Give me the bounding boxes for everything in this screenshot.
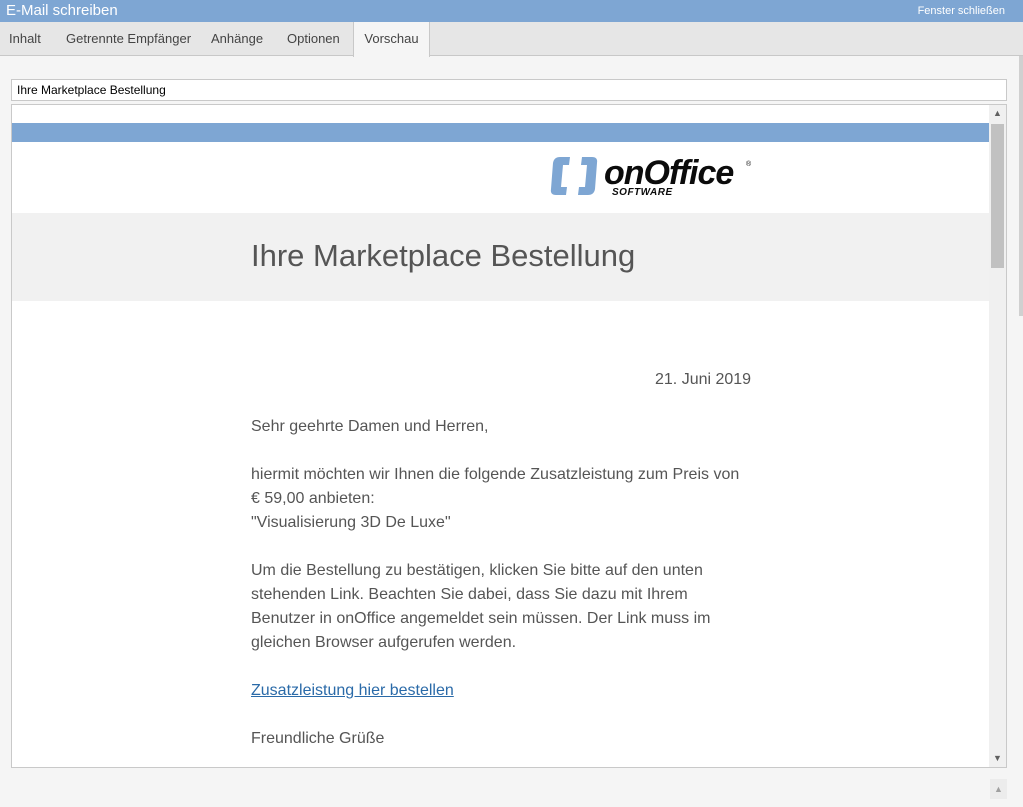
email-date: 21. Juni 2019 [655, 371, 752, 388]
window-title: E-Mail schreiben [6, 2, 118, 19]
paragraph1-line2: € 59,00 anbieten: [251, 490, 375, 507]
onoffice-logo: onOffice SOFTWARE ® [550, 153, 755, 205]
header-strip [12, 123, 990, 142]
outer-scrollbar-thumb[interactable] [1019, 56, 1023, 316]
paragraph2-line2: stehenden Link. Beachten Sie dabei, dass… [251, 586, 688, 603]
email-preview-frame[interactable]: onOffice SOFTWARE ® Ihre Marketplace Bes… [11, 104, 1007, 768]
paragraph1-line3: "Visualisierung 3D De Luxe" [251, 514, 451, 531]
logo-bracket-left-icon [550, 157, 570, 195]
preview-scrollbar[interactable]: ▲ ▼ [989, 105, 1006, 767]
logo-bracket-right-icon [578, 157, 598, 195]
tab-inhalt[interactable]: Inhalt [9, 22, 41, 56]
tab-vorschau[interactable]: Vorschau [353, 22, 430, 57]
email-heading: Ihre Marketplace Bestellung [251, 238, 636, 273]
paragraph2-line1: Um die Bestellung zu bestätigen, klicken… [251, 562, 703, 579]
tab-anhaenge[interactable]: Anhänge [211, 22, 263, 56]
paragraph1-line1: hiermit möchten wir Ihnen die folgende Z… [251, 466, 740, 483]
close-window-link[interactable]: Fenster schließen [918, 5, 1005, 18]
logo-subtitle: SOFTWARE [612, 187, 673, 198]
title-bar: E-Mail schreiben Fenster schließen [0, 0, 1023, 22]
email-preview-content: onOffice SOFTWARE ® Ihre Marketplace Bes… [12, 105, 990, 767]
paragraph2-line3: Benutzer in onOffice angemeldet sein müs… [251, 610, 711, 627]
tab-optionen[interactable]: Optionen [287, 22, 340, 56]
paragraph2-line4: gleichen Browser aufgerufen werden. [251, 634, 517, 651]
chevron-up-icon[interactable]: ▲ [989, 105, 1006, 122]
logo-registered-mark: ® [746, 161, 752, 168]
outer-scroll-up-icon[interactable]: ▲ [990, 779, 1007, 799]
email-compose-window: E-Mail schreiben Fenster schließen Inhal… [0, 0, 1023, 807]
scrollbar-thumb[interactable] [991, 124, 1004, 268]
salutation: Sehr geehrte Damen und Herren, [251, 418, 489, 435]
order-link[interactable]: Zusatzleistung hier bestellen [251, 682, 454, 699]
tab-bar: Inhalt Getrennte Empfänger Anhänge Optio… [0, 22, 1023, 57]
closing: Freundliche Grüße [251, 730, 385, 747]
chevron-down-icon[interactable]: ▼ [989, 750, 1006, 767]
tab-getrennte-empfaenger[interactable]: Getrennte Empfänger [66, 22, 191, 56]
subject-input[interactable] [11, 79, 1007, 101]
